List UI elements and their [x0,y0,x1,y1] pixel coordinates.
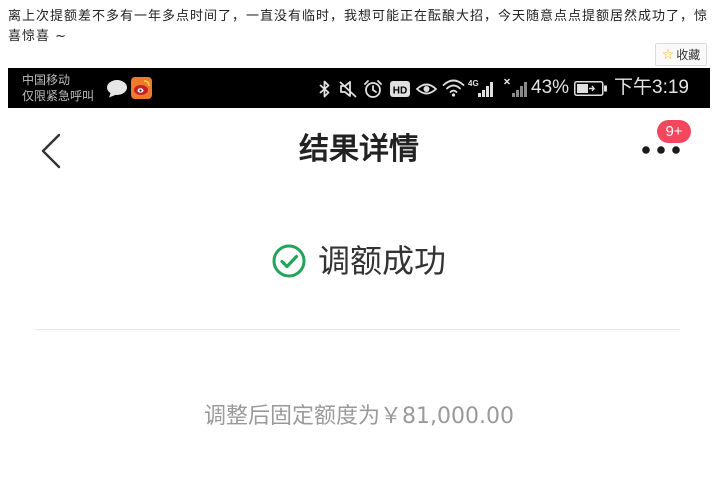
hd-icon: HD [390,80,410,98]
favorite-button[interactable]: ☆ 收藏 [655,43,707,66]
star-icon: ☆ [661,46,675,63]
signal-icon: 4G [468,78,496,98]
carrier-name: 中国移动 [22,73,71,87]
page: 离上次提额差不多有一年多点时间了，一直没有临时，我想可能正在酝酿大招，今天随意点… [0,0,719,477]
new-limit-amount: 调整后固定额度为￥81,000.00 [204,404,514,429]
no-signal-icon [504,78,528,98]
battery-icon [574,81,608,96]
page-title: 结果详情 [299,132,419,167]
phone-screenshot: 中国移动 仅限紧急呼叫 HD 4G 43% 下午3:19 结果详情 9+ 调额成… [8,68,710,477]
network-type-label: 4G [468,79,479,88]
more-button[interactable]: 9+ [638,118,698,162]
status-bar: 中国移动 仅限紧急呼叫 HD 4G 43% 下午3:19 [8,68,710,108]
eye-icon [416,81,437,97]
divider [35,329,680,330]
clock-time: 下午3:19 [614,77,689,98]
check-circle-icon [272,244,306,278]
notification-badge: 9+ [657,120,691,143]
favorite-button-label: 收藏 [676,48,701,62]
bluetooth-icon [318,80,331,98]
weibo-icon [131,77,152,99]
wifi-icon [442,79,465,97]
message-bubble-icon [106,79,128,98]
post-body-text: 离上次提额差不多有一年多点时间了，一直没有临时，我想可能正在酝酿大招，今天随意点… [8,9,709,44]
battery-percent: 43% [531,77,570,98]
hd-label: HD [393,86,407,97]
more-dots-icon [640,144,684,156]
result-status-text: 调额成功 [317,242,446,280]
mute-icon [338,80,358,98]
carrier-info: 中国移动 仅限紧急呼叫 [22,72,94,104]
alarm-icon [363,79,383,99]
result-status: 调额成功 [8,241,710,281]
emergency-only-text: 仅限紧急呼叫 [22,89,95,103]
